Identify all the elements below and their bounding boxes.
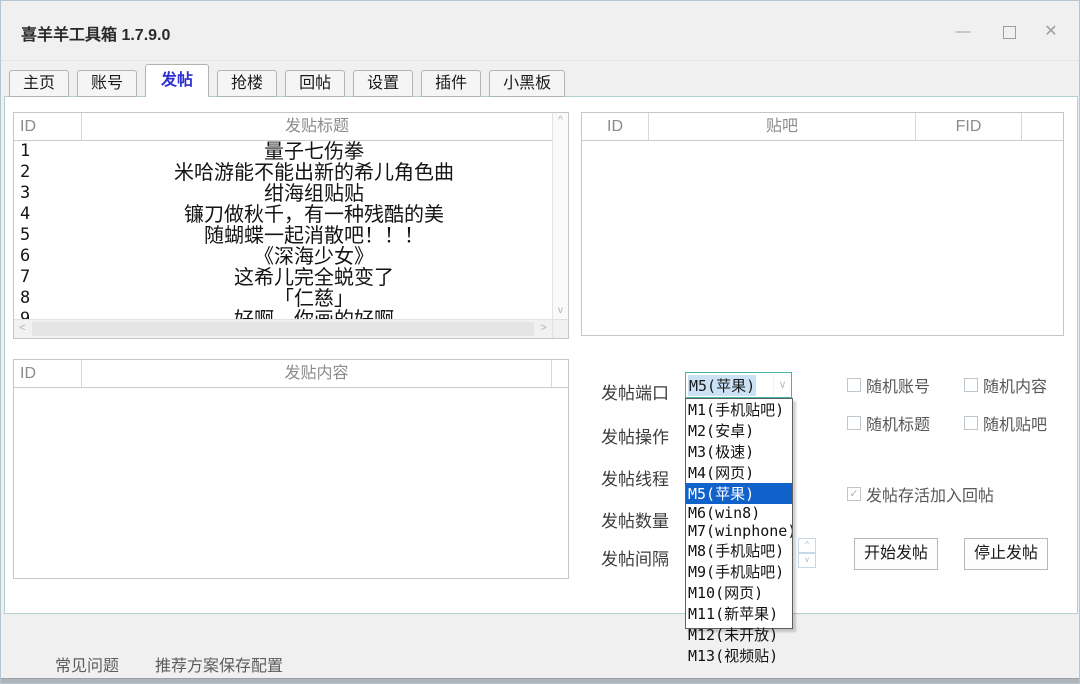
tab-bar: 主页账号发帖抢楼回帖设置插件小黑板	[9, 64, 565, 97]
close-icon: ✕	[1044, 23, 1057, 40]
tab[interactable]: 设置	[353, 70, 413, 97]
thread-label: 发帖线程	[601, 465, 669, 490]
dropdown-option[interactable]: M8(手机贴吧)	[686, 540, 792, 561]
port-dropdown-list: M1(手机贴吧)M2(安卓)M3(极速)M4(网页)M5(苹果)M6(win8)…	[685, 398, 793, 629]
column-header-title: 发贴标题	[82, 113, 552, 140]
dropdown-option[interactable]: M7(winphone)	[686, 522, 792, 540]
scroll-down-icon[interactable]: v	[553, 303, 568, 319]
table-row[interactable]: 1 量子七伤拳	[14, 141, 552, 162]
tab[interactable]: 插件	[421, 70, 481, 97]
combobox-value: M5(苹果)	[688, 375, 756, 396]
table-row[interactable]: 3 绀海组贴贴	[14, 183, 552, 204]
post-title-table-header: ID 发贴标题	[14, 113, 552, 141]
post-content-table: ID 发贴内容	[13, 359, 569, 579]
minimize-button[interactable]: —	[947, 19, 979, 45]
table-row[interactable]: 6 《深海少女》	[14, 246, 552, 267]
dropdown-option[interactable]: M5(苹果)	[686, 483, 792, 504]
tieba-table: ID 贴吧 FID	[581, 112, 1064, 336]
footer-links: 常见问题 推荐方案保存配置	[29, 652, 283, 676]
dropdown-option[interactable]: M10(网页)	[686, 582, 792, 603]
interval-label: 发帖间隔	[601, 545, 669, 570]
checkbox-box-icon	[964, 378, 978, 392]
post-title-table-body: 1 量子七伤拳 2 米哈游能不能出新的希儿角色曲 3 绀海组贴贴 4 镰刀做秋千…	[14, 141, 552, 319]
column-header-extra	[551, 360, 568, 387]
tab[interactable]: 抢楼	[217, 70, 277, 97]
vertical-scrollbar[interactable]: ^ v	[552, 113, 568, 319]
table-row[interactable]: 8 「仁慈」	[14, 288, 552, 309]
start-post-button[interactable]: 开始发帖	[854, 538, 938, 570]
action-label: 发帖操作	[601, 423, 669, 448]
chevron-up-icon: ^	[805, 540, 809, 549]
column-header-extra	[1022, 113, 1063, 140]
interval-spinner: ^ v	[798, 538, 816, 568]
dropdown-option[interactable]: M13(视频贴)	[686, 645, 792, 666]
post-title-table: ID 发贴标题 1 量子七伤拳 2 米哈游能不能出新的希儿角色曲 3 绀海组贴贴…	[13, 112, 569, 339]
checkbox-box-icon	[847, 416, 861, 430]
footer-link[interactable]: 保存配置	[219, 652, 283, 676]
maximize-icon	[1003, 26, 1016, 39]
checkbox[interactable]: 随机账号	[847, 373, 930, 397]
dropdown-option[interactable]: M3(极速)	[686, 441, 792, 462]
column-header-fid: FID	[916, 113, 1022, 140]
column-header-tieba: 贴吧	[649, 113, 916, 140]
checkbox[interactable]: 随机贴吧	[964, 411, 1047, 435]
tieba-table-header: ID 贴吧 FID	[582, 113, 1063, 141]
survive-checkbox-label: 发帖存活加入回帖	[866, 482, 994, 506]
stop-post-button[interactable]: 停止发帖	[964, 538, 1048, 570]
chevron-down-icon: ∨	[778, 379, 786, 391]
scroll-left-icon[interactable]: <	[14, 320, 31, 338]
spinner-down-button[interactable]: v	[798, 553, 816, 568]
dropdown-option[interactable]: M2(安卓)	[686, 420, 792, 441]
port-combobox[interactable]: M5(苹果) ∨	[685, 372, 792, 398]
spinner-up-button[interactable]: ^	[798, 538, 816, 553]
footer-link[interactable]: 推荐方案	[155, 652, 219, 676]
survive-checkbox[interactable]: ✓ 发帖存活加入回帖	[847, 482, 994, 506]
tab[interactable]: 回帖	[285, 70, 345, 97]
table-row[interactable]: 9 好啊，你画的好啊	[14, 309, 552, 319]
tab[interactable]: 账号	[77, 70, 137, 97]
dropdown-option[interactable]: M9(手机贴吧)	[686, 561, 792, 582]
maximize-button[interactable]	[993, 19, 1025, 45]
table-row[interactable]: 5 随蝴蝶一起消散吧！！！	[14, 225, 552, 246]
column-header-content: 发贴内容	[82, 360, 551, 387]
tab[interactable]: 主页	[9, 70, 69, 97]
table-row[interactable]: 7 这希儿完全蜕变了	[14, 267, 552, 288]
scrollbar-corner	[552, 319, 568, 338]
scroll-right-icon[interactable]: >	[535, 320, 552, 338]
dropdown-option[interactable]: M4(网页)	[686, 462, 792, 483]
dropdown-option[interactable]: M12(未开放)	[686, 624, 792, 645]
tab[interactable]: 小黑板	[489, 70, 565, 97]
app-window: 喜羊羊工具箱 1.7.9.0 — ✕ 主页账号发帖抢楼回帖设置插件小黑板 ID …	[0, 0, 1080, 684]
scrollbar-thumb[interactable]	[32, 322, 534, 336]
chevron-down-icon: v	[805, 555, 809, 564]
column-header-id: ID	[14, 360, 82, 387]
footer-link[interactable]: 常见问题	[55, 652, 119, 676]
horizontal-scrollbar[interactable]: < >	[14, 319, 552, 338]
combobox-dropdown-button[interactable]: ∨	[773, 374, 791, 396]
checkbox[interactable]: 随机标题	[847, 411, 930, 435]
close-button[interactable]: ✕	[1035, 19, 1067, 45]
checkbox-box-icon	[964, 416, 978, 430]
checkbox[interactable]: 随机内容	[964, 373, 1047, 397]
window-bottom-border	[1, 678, 1079, 684]
scroll-up-icon[interactable]: ^	[553, 113, 568, 129]
table-row[interactable]: 2 米哈游能不能出新的希儿角色曲	[14, 162, 552, 183]
dropdown-option[interactable]: M11(新苹果)	[686, 603, 792, 624]
dropdown-option[interactable]: M1(手机贴吧)	[686, 399, 792, 420]
tab[interactable]: 发帖	[145, 64, 209, 97]
minimize-icon: —	[956, 23, 971, 40]
count-label: 发帖数量	[601, 507, 669, 532]
window-title: 喜羊羊工具箱 1.7.9.0	[21, 21, 170, 45]
table-row[interactable]: 4 镰刀做秋千，有一种残酷的美	[14, 204, 552, 225]
column-header-id: ID	[14, 113, 82, 140]
dropdown-option[interactable]: M6(win8)	[686, 504, 792, 522]
column-header-id: ID	[582, 113, 649, 140]
checkbox-box-icon	[847, 378, 861, 392]
checkbox-checked-icon: ✓	[847, 487, 861, 501]
random-checkbox-group: 随机账号 随机内容 随机标题 随机贴吧	[847, 373, 1079, 433]
post-content-table-header: ID 发贴内容	[14, 360, 568, 388]
port-label: 发帖端口	[601, 379, 669, 404]
